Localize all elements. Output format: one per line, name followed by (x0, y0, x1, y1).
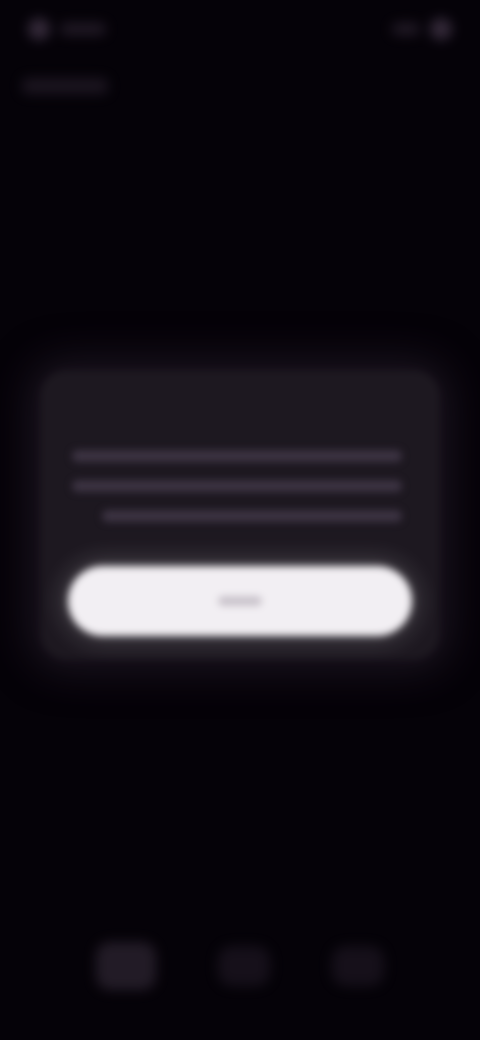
nav-item-profile[interactable] (332, 946, 384, 986)
status-bar (28, 16, 452, 42)
dialog-body-line (72, 450, 402, 462)
status-bar-right (392, 18, 452, 40)
nav-item-middle[interactable] (218, 946, 270, 986)
signal-icon (392, 23, 420, 35)
app-screen (0, 0, 480, 1040)
header-subtitle-placeholder (22, 78, 108, 94)
status-bar-left (28, 18, 106, 40)
status-label-placeholder (60, 23, 106, 35)
dialog-primary-button[interactable] (68, 566, 412, 636)
dialog-title (70, 408, 380, 434)
dialog-primary-button-label (218, 596, 262, 606)
avatar-icon (28, 18, 50, 40)
dialog-body-line (72, 480, 402, 492)
battery-icon (430, 18, 452, 40)
dialog-body-line (102, 510, 402, 522)
nav-item-home[interactable] (96, 942, 156, 990)
bottom-navigation (96, 936, 384, 996)
dialog-body (72, 450, 408, 540)
